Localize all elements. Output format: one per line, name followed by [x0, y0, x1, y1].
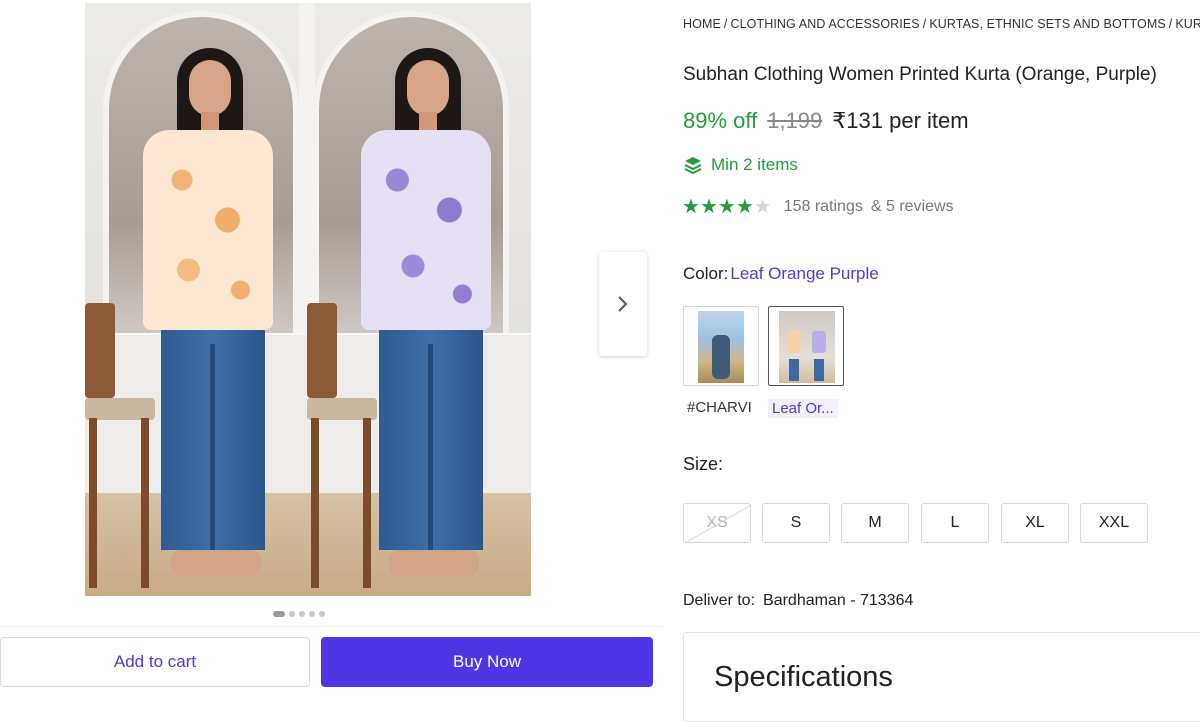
size-option-xxl[interactable]: XXL [1080, 503, 1148, 543]
color-label-text: Color: [683, 264, 729, 283]
deliver-to-label: Deliver to: [683, 592, 756, 609]
buy-now-button[interactable]: Buy Now [321, 637, 653, 687]
size-option-m[interactable]: M [841, 503, 909, 543]
star-icon: ★ [753, 196, 772, 218]
discount-percent: 89% off [683, 108, 758, 133]
model-purple-kurta [323, 48, 503, 593]
breadcrumb-home[interactable]: HOME [683, 17, 721, 31]
product-image[interactable] [85, 3, 531, 596]
chevron-right-icon [618, 296, 628, 312]
breadcrumb-clothing[interactable]: CLOTHING AND ACCESSORIES [730, 17, 919, 31]
star-icon: ★ [717, 196, 736, 218]
action-bar: Add to cart Buy Now [0, 626, 664, 702]
selected-color-value: Leaf Orange Purple [730, 264, 879, 283]
color-swatch-charvi[interactable] [683, 306, 759, 386]
specifications-section: Specifications [683, 632, 1200, 722]
breadcrumb-kurta[interactable]: KURTA [1175, 17, 1200, 31]
carousel-dot[interactable] [319, 611, 325, 617]
swatch-thumbnail [698, 311, 744, 383]
color-option-label[interactable]: Leaf Or... [768, 399, 838, 418]
delivery-location: Bardhaman - 713364 [763, 592, 914, 609]
carousel-dot[interactable] [273, 611, 285, 617]
size-option-xs[interactable]: XS [683, 503, 751, 543]
delivery-info[interactable]: Deliver to: Bardhaman - 713364 [683, 592, 913, 610]
swatch-thumbnail [779, 311, 835, 383]
reviews-count: & 5 reviews [870, 198, 954, 215]
breadcrumb: HOME / CLOTHING AND ACCESSORIES / KURTAS, ET… [683, 17, 1200, 31]
star-rating: ★ ★ ★ ★ ★ [682, 197, 772, 217]
product-title: Subhan Clothing Women Printed Kurta (Ora… [683, 64, 1157, 85]
next-image-button[interactable] [599, 252, 647, 356]
add-to-cart-button[interactable]: Add to cart [0, 637, 310, 687]
size-label: Size: [683, 454, 724, 474]
star-icon: ★ [682, 196, 700, 218]
star-icon: ★ [699, 196, 718, 218]
layers-icon [684, 157, 702, 175]
carousel-indicator [273, 611, 325, 617]
color-label: Color: Leaf Orange Purple [683, 264, 879, 284]
color-swatch-leaf-orange-purple[interactable] [768, 306, 844, 386]
carousel-dot[interactable] [309, 611, 315, 617]
size-option-l[interactable]: L [921, 503, 989, 543]
model-orange-kurta [105, 48, 285, 593]
star-icon: ★ [735, 196, 754, 218]
color-option-label[interactable]: #CHARVI [687, 399, 752, 416]
breadcrumb-kurtas[interactable]: KURTAS, ETHNIC SETS AND BOTTOMS [929, 17, 1165, 31]
carousel-dot[interactable] [299, 611, 305, 617]
selling-price: ₹131 per item [832, 108, 969, 133]
size-option-s[interactable]: S [762, 503, 830, 543]
rating-row[interactable]: ★ ★ ★ ★ ★ 158 ratings & 5 reviews [682, 197, 954, 217]
ratings-count: 158 ratings [783, 198, 863, 215]
price-row: 89% off 1,199 ₹131 per item [683, 108, 969, 134]
specifications-title: Specifications [714, 661, 893, 693]
min-items-text: Min 2 items [711, 155, 798, 174]
size-option-xl[interactable]: XL [1001, 503, 1069, 543]
original-price: 1,199 [767, 108, 823, 133]
carousel-dot[interactable] [289, 611, 295, 617]
min-order-info: Min 2 items [683, 155, 798, 175]
